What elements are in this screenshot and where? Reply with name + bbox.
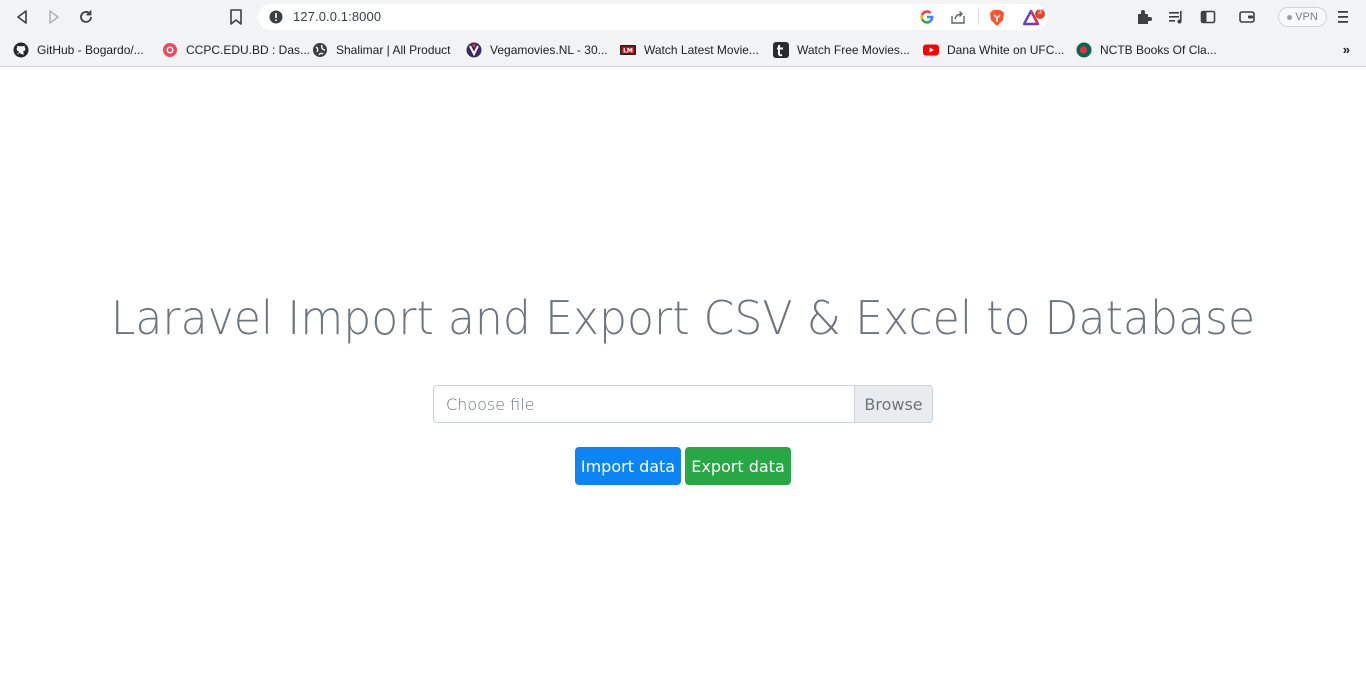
bookmark-label: Dana White on UFC... (947, 43, 1065, 57)
share-icon[interactable] (950, 9, 966, 25)
bookmark-nctb[interactable]: NCTB Books Of Cla... (1076, 40, 1217, 60)
vpn-button[interactable]: VPN (1278, 7, 1327, 27)
wallet-icon[interactable] (1238, 8, 1256, 26)
bookmark-page-icon[interactable] (228, 8, 244, 26)
bookmarks-bar: GitHub - Bogardo/... CCPC.EDU.BD : Das..… (0, 34, 1366, 67)
globe-icon (313, 43, 327, 57)
svg-text:LM: LM (623, 48, 633, 55)
brave-rewards-icon[interactable]: 3 (1022, 9, 1047, 26)
address-bar[interactable]: 127.0.0.1:8000 3 (258, 4, 1048, 30)
bookmark-dana-white[interactable]: Dana White on UFC... (923, 40, 1064, 60)
bookmark-label: CCPC.EDU.BD : Das... (186, 43, 311, 57)
bookmark-label: GitHub - Bogardo/... (37, 43, 144, 57)
bookmark-ccpc[interactable]: CCPC.EDU.BD : Das... (162, 40, 310, 60)
file-input[interactable]: Choose file Browse (433, 385, 933, 423)
page-content: Laravel Import and Export CSV & Excel to… (0, 68, 1366, 696)
rewards-badge: 3 (1038, 9, 1042, 16)
bookmark-label: Vegamovies.NL - 30... (490, 43, 608, 57)
sidebar-icon[interactable] (1199, 8, 1217, 26)
lm-icon: LM (620, 45, 636, 55)
browser-menu-icon[interactable] (1336, 8, 1350, 26)
browse-button[interactable]: Browse (854, 386, 932, 422)
bookmark-label: Shalimar | All Product (336, 43, 451, 57)
reload-icon[interactable] (75, 7, 97, 27)
browser-toolbar: 127.0.0.1:8000 3 VPN (0, 0, 1366, 34)
bookmark-label: NCTB Books Of Cla... (1100, 43, 1217, 57)
omnibox-divider (978, 9, 979, 25)
site-info-icon[interactable] (269, 10, 283, 24)
ccpc-icon (163, 43, 177, 57)
google-icon[interactable] (919, 9, 935, 25)
url-text[interactable]: 127.0.0.1:8000 (293, 9, 381, 24)
bookmark-label: Watch Free Movies... (797, 43, 910, 57)
vpn-status-dot (1287, 14, 1293, 20)
nctb-icon (1076, 42, 1092, 58)
bookmark-shalimar[interactable]: Shalimar | All Product (312, 40, 451, 60)
forward-icon[interactable] (43, 7, 65, 27)
bookmark-label: Watch Latest Movie... (644, 43, 759, 57)
extensions-icon[interactable] (1135, 8, 1153, 26)
back-icon[interactable] (11, 7, 33, 27)
bookmarks-overflow-icon[interactable]: » (1343, 42, 1350, 57)
vpn-label: VPN (1295, 11, 1318, 23)
page-title: Laravel Import and Export CSV & Excel to… (110, 291, 1256, 345)
import-data-button[interactable]: Import data (575, 447, 681, 485)
export-data-button[interactable]: Export data (685, 447, 791, 485)
media-playlist-icon[interactable] (1167, 8, 1185, 26)
youtube-icon (923, 44, 939, 56)
bookmark-github[interactable]: GitHub - Bogardo/... (13, 40, 144, 60)
github-icon (13, 42, 29, 58)
brave-shields-icon[interactable] (989, 9, 1005, 26)
bookmark-watch-latest[interactable]: LM Watch Latest Movie... (620, 40, 759, 60)
bookmark-watch-free[interactable]: Watch Free Movies... (773, 40, 910, 60)
vegamovies-icon (466, 42, 482, 58)
bookmark-vegamovies[interactable]: Vegamovies.NL - 30... (466, 40, 608, 60)
file-input-placeholder: Choose file (446, 395, 535, 414)
t-icon (773, 42, 789, 58)
